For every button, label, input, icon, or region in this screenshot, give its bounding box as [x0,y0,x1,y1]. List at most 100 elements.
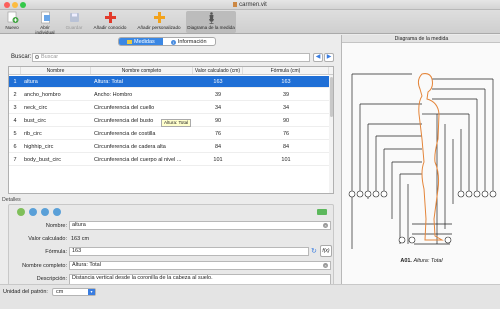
row-index: 5 [13,131,17,137]
row-formula: 76 [282,131,290,137]
move-bottom-button[interactable] [53,208,61,216]
new-document-icon [7,11,18,23]
table-header: Nombre Nombre completo Valor calculado (… [9,67,333,75]
info-icon: i [170,40,176,45]
add-known-button[interactable]: Añadir conocido [90,11,130,33]
calculated-label: Valor calculado: [28,236,67,242]
search-row: Buscar: Buscar ◀ ▶ [8,53,334,63]
fullname-label: Nombre completo: [22,263,67,269]
formula-wizard-button[interactable]: f(x) [320,245,332,257]
pattern-unit-select[interactable]: cm ▾ [52,288,96,296]
add-custom-label: Añadir personalizado [137,25,181,30]
row-calculated: 34 [214,105,222,111]
calculated-value: 163 cm [71,236,90,242]
row-name: body_bust_circ [24,157,61,163]
row-name: ancho_hombro [24,92,61,98]
document-icon [233,2,238,7]
formula-expand-icon[interactable]: ↻ [311,247,319,256]
measurement-diagram-button[interactable]: Diagrama de la medida [186,11,236,33]
search-next-button[interactable]: ▶ [324,53,334,62]
save-label: Guardar [65,25,83,30]
table-row[interactable]: 3 neck_circ Circunferencia del cuello 34… [9,102,329,114]
move-top-button[interactable] [17,208,25,216]
column-header-fullname[interactable]: Nombre completo [91,67,193,74]
move-down-button[interactable] [41,208,49,216]
row-fullname: Circunferencia del cuerpo al nivel ... [94,157,182,163]
name-label: Nombre: [45,223,67,229]
formula-field[interactable]: 163 [69,247,309,256]
dress-form-icon [208,12,214,24]
row-index: 7 [13,157,17,163]
chevron-down-icon: ▾ [88,289,95,295]
diagram-panel: Diagrama de la medida A01. Altura: Total [341,35,500,284]
row-name: highhip_circ [24,144,54,150]
details-section-label: Detalles [2,197,21,203]
table-row[interactable]: 2 ancho_hombro Ancho: Hombro 39 39 [9,89,329,101]
row-formula: 34 [282,105,290,111]
arrow-right-icon: ▶ [326,54,332,60]
save-button[interactable]: Guardar [64,11,84,33]
row-index: 3 [13,105,17,111]
app-window: carmen.vit Nuevo Abrir individual Guarda… [0,0,500,309]
tab-measures[interactable]: Medidas [119,38,163,45]
row-name: rib_circ [24,131,42,137]
row-formula: 101 [281,157,291,163]
fullname-value: Altura: Total [72,262,101,268]
add-known-label: Añadir conocido [93,25,127,30]
search-previous-button[interactable]: ◀ [313,53,323,62]
open-individual-button[interactable]: Abrir individual [30,11,60,35]
tab-information[interactable]: i Información [163,38,215,45]
new-button[interactable]: Nuevo [3,11,21,33]
clear-icon[interactable]: × [323,223,328,228]
column-header-name[interactable]: Nombre [21,67,91,74]
status-bar: Unidad del patrón: cm ▾ [0,284,500,309]
column-header-formula[interactable]: Fórmula (cm) [243,67,329,74]
move-up-button[interactable] [29,208,37,216]
table-row[interactable]: 1 altura Altura: Total 163 163 [9,76,329,88]
row-calculated: 90 [214,118,222,124]
measurement-diagram-label: Diagrama de la medida [187,25,235,30]
scrollbar-thumb[interactable] [330,77,333,117]
row-formula: 84 [282,144,290,150]
table-row[interactable]: 7 body_bust_circ Circunferencia del cuer… [9,154,329,166]
table-scrollbar[interactable] [329,75,333,193]
show-diagram-toggle[interactable] [317,209,327,215]
description-label: Descripción: [36,276,67,282]
name-field[interactable]: altura × [69,221,331,230]
measurement-diagram-figure [348,73,497,249]
add-red-plus-icon [104,12,116,23]
open-document-icon [40,11,50,24]
row-index: 6 [13,144,17,150]
column-header-calculated[interactable]: Valor calculado (cm) [193,67,243,74]
save-icon [69,13,79,22]
search-input[interactable]: Buscar [32,53,310,62]
tooltip: Altura: Total [161,119,192,127]
row-calculated: 84 [214,144,222,150]
diagram-caption: A01. Altura: Total [342,258,500,264]
row-fullname: Altura: Total [94,79,123,85]
search-label: Buscar: [11,54,32,60]
row-name: altura [24,79,38,85]
row-name: bust_circ [24,118,47,124]
description-value: Distancia vertical desde la coronilla de… [72,275,213,281]
clear-icon[interactable]: × [323,263,328,268]
diagram-header: Diagrama de la medida [342,35,500,43]
row-calculated: 76 [214,131,222,137]
row-fullname: Ancho: Hombro [94,92,133,98]
table-row[interactable]: 6 highhip_circ Circunferencia de cadera … [9,141,329,153]
open-individual-label: Abrir individual [35,25,55,35]
diagram-title: Altura: Total [413,258,443,264]
diagram-code: A01. [400,258,412,264]
search-placeholder: Buscar [41,54,59,60]
row-calculated: 163 [213,79,223,85]
table-row[interactable]: 5 rib_circ Circunferencia de costilla 76… [9,128,329,140]
row-fullname: Circunferencia de cadera alta [94,144,166,150]
pattern-unit-value: cm [56,289,64,295]
add-custom-button[interactable]: Añadir personalizado [134,11,184,33]
view-tabs: Medidas i Información [118,37,216,46]
main-panel: Medidas i Información Buscar: Buscar ◀ ▶ … [0,35,340,305]
measurements-table: Nombre Nombre completo Valor calculado (… [8,66,334,194]
row-formula: 90 [282,118,290,124]
fullname-field[interactable]: Altura: Total × [69,261,331,270]
title-bar: carmen.vit [0,0,500,10]
